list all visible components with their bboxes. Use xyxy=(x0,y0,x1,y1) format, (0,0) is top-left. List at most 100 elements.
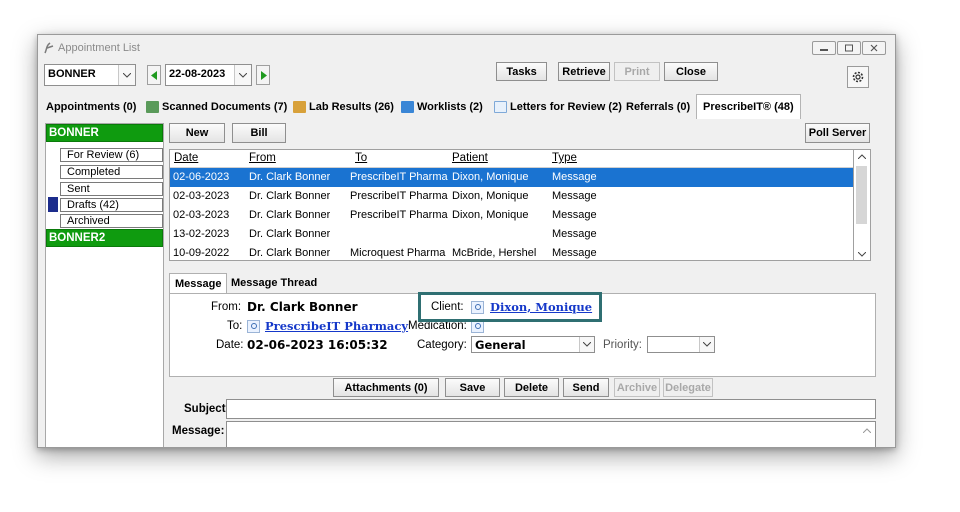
previous-date-button[interactable] xyxy=(147,65,161,85)
settings-button[interactable] xyxy=(847,66,869,88)
cell-date: 02-03-2023 xyxy=(173,209,230,221)
poll-server-button[interactable]: Poll Server xyxy=(805,123,870,143)
to-label: To: xyxy=(227,320,243,332)
table-row[interactable]: 13-02-2023 Dr. Clark Bonner Message xyxy=(170,225,853,244)
maximize-icon xyxy=(845,44,853,52)
column-header-to[interactable]: To xyxy=(355,152,367,164)
message-label: Message: xyxy=(172,425,225,437)
column-header-from[interactable]: From xyxy=(249,152,276,164)
minimize-button[interactable] xyxy=(812,41,836,55)
arrow-left-icon xyxy=(150,70,157,80)
cell-patient: McBride, Hershel xyxy=(452,247,537,259)
delegate-button[interactable]: Delegate xyxy=(663,378,713,397)
message-body-input[interactable] xyxy=(226,421,876,447)
retrieve-button[interactable]: Retrieve xyxy=(558,62,610,81)
column-header-patient[interactable]: Patient xyxy=(452,152,488,164)
category-select[interactable]: General xyxy=(471,336,595,353)
tab-scanned-documents[interactable]: Scanned Documents (7) xyxy=(146,96,287,118)
folder-drafts[interactable]: Drafts (42) xyxy=(60,198,163,212)
maximize-button[interactable] xyxy=(837,41,861,55)
provider-select[interactable]: BONNER xyxy=(44,64,136,86)
bill-button[interactable]: Bill xyxy=(232,123,286,143)
cell-to: PrescribeIT Pharma xyxy=(350,209,448,221)
close-icon xyxy=(870,44,878,52)
folder-for-review[interactable]: For Review (6) xyxy=(60,148,163,162)
table-row[interactable]: 10-09-2022 Dr. Clark Bonner Microquest P… xyxy=(170,244,853,263)
date-select[interactable]: 22-08-2023 xyxy=(165,64,252,86)
cell-patient: Dixon, Monique xyxy=(452,209,529,221)
cell-type: Message xyxy=(552,171,597,183)
cell-date: 13-02-2023 xyxy=(173,228,230,240)
column-header-type[interactable]: Type xyxy=(552,152,577,164)
from-label: From: xyxy=(211,301,242,313)
document-icon xyxy=(146,101,159,113)
cell-type: Message xyxy=(552,190,597,202)
tab-letters-for-review[interactable]: Letters for Review (2) xyxy=(494,96,622,118)
date-label: Date: xyxy=(216,339,244,351)
lookup-icon[interactable] xyxy=(247,320,260,333)
table-row[interactable]: 02-06-2023 Dr. Clark Bonner PrescribeIT … xyxy=(170,168,853,187)
envelope-icon xyxy=(494,101,507,113)
next-date-button[interactable] xyxy=(256,65,270,85)
client-highlight-box xyxy=(418,292,602,322)
cell-date: 02-06-2023 xyxy=(173,171,230,183)
archive-button[interactable]: Archive xyxy=(614,378,660,397)
list-scrollbar[interactable] xyxy=(854,149,871,261)
send-button[interactable]: Send xyxy=(563,378,609,397)
attachments-button[interactable]: Attachments (0) xyxy=(333,378,439,397)
tasks-button[interactable]: Tasks xyxy=(496,62,547,81)
cell-type: Message xyxy=(552,209,597,221)
tab-referrals[interactable]: Referrals (0) xyxy=(626,96,690,118)
priority-select[interactable] xyxy=(647,336,715,353)
cell-to: Microquest Pharma xyxy=(350,247,446,259)
tab-label: Referrals (0) xyxy=(626,101,691,113)
folder-completed[interactable]: Completed xyxy=(60,165,163,179)
cell-from: Dr. Clark Bonner xyxy=(249,171,331,183)
tab-appointments[interactable]: Appointments (0) xyxy=(46,96,136,118)
chevron-down-icon xyxy=(234,65,251,85)
new-button[interactable]: New xyxy=(169,123,225,143)
folder-bonner2[interactable]: BONNER2 xyxy=(46,229,163,247)
table-row[interactable]: 02-03-2023 Dr. Clark Bonner PrescribeIT … xyxy=(170,206,853,225)
cell-to: PrescribeIT Pharma xyxy=(350,171,448,183)
save-button[interactable]: Save xyxy=(445,378,500,397)
to-recipient-link[interactable]: PrescribeIT Pharmacy xyxy=(265,319,408,333)
appointment-list-window: Appointment List BONNER 22-08-2023 Tasks… xyxy=(37,34,896,448)
print-button[interactable]: Print xyxy=(614,62,660,81)
scroll-down-icon[interactable] xyxy=(858,252,866,257)
folder-sent[interactable]: Sent xyxy=(60,182,163,196)
cell-date: 10-09-2022 xyxy=(173,247,230,259)
provider-value: BONNER xyxy=(48,68,96,80)
title-bar: Appointment List xyxy=(38,35,895,61)
tab-lab-results[interactable]: Lab Results (26) xyxy=(293,96,394,118)
tab-worklists[interactable]: Worklists (2) xyxy=(401,96,483,118)
tab-prescribeit[interactable]: PrescribeIT® (48) xyxy=(696,94,801,119)
scroll-up-icon[interactable] xyxy=(863,428,871,433)
cell-type: Message xyxy=(552,228,597,240)
tab-message-thread[interactable]: Message Thread xyxy=(226,273,322,293)
lab-flask-icon xyxy=(293,101,306,113)
subject-label: Subject: xyxy=(184,403,230,415)
message-list: Date From To Patient Type 02-06-2023 Dr.… xyxy=(169,149,854,261)
close-button[interactable]: Close xyxy=(664,62,718,81)
subject-input[interactable] xyxy=(226,399,876,419)
cell-from: Dr. Clark Bonner xyxy=(249,209,331,221)
scroll-thumb[interactable] xyxy=(856,166,867,224)
minimize-icon xyxy=(820,49,828,51)
table-row[interactable]: 02-03-2023 Dr. Clark Bonner PrescribeIT … xyxy=(170,187,853,206)
folder-bonner[interactable]: BONNER xyxy=(46,124,163,142)
close-window-button[interactable] xyxy=(862,41,886,55)
cell-date: 02-03-2023 xyxy=(173,190,230,202)
tab-label: Lab Results (26) xyxy=(309,101,394,113)
folder-archived[interactable]: Archived xyxy=(60,214,163,228)
scroll-up-icon[interactable] xyxy=(858,154,866,159)
column-header-date[interactable]: Date xyxy=(174,152,198,164)
chevron-down-icon xyxy=(118,65,135,85)
category-value: General xyxy=(475,338,526,352)
tab-label: Letters for Review (2) xyxy=(510,101,622,113)
window-title: Appointment List xyxy=(58,42,140,54)
cell-patient: Dixon, Monique xyxy=(452,190,529,202)
tab-label: Scanned Documents (7) xyxy=(162,101,288,113)
delete-button[interactable]: Delete xyxy=(504,378,559,397)
tab-message[interactable]: Message xyxy=(169,273,228,293)
